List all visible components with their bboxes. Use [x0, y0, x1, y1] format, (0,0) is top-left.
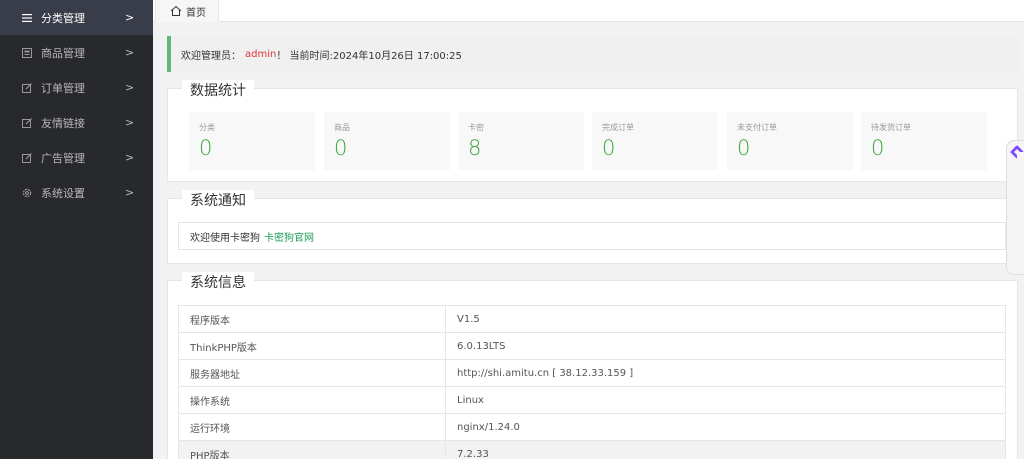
sidebar-item-category[interactable]: 分类管理 >	[0, 0, 153, 35]
stat-value: 0	[334, 136, 348, 160]
home-icon	[170, 5, 182, 16]
stat-value: 0	[199, 136, 213, 160]
stat-label: 完成订单	[602, 123, 634, 132]
stat-pending-orders: 待发货订单 0	[861, 112, 987, 170]
tab-home[interactable]: 首页	[155, 0, 219, 22]
admin-username: admin	[245, 48, 277, 60]
info-key: ThinkPHP版本	[178, 332, 446, 360]
official-site-link[interactable]: 卡密狗官网	[264, 229, 314, 244]
floating-side-widget[interactable]	[1006, 140, 1024, 275]
sidebar-item-label: 商品管理	[41, 46, 85, 60]
stat-value: 0	[737, 136, 751, 160]
sidebar-item-settings[interactable]: 系统设置 >	[0, 175, 153, 210]
gear-icon	[22, 188, 32, 198]
edit-icon	[22, 117, 32, 128]
stat-goods: 商品 0	[324, 112, 450, 170]
stat-label: 待发货订单	[871, 123, 911, 132]
stat-completed-orders: 完成订单 0	[592, 112, 718, 170]
tab-bar: 首页	[153, 0, 1024, 22]
sysinfo-table: 程序版本 V1.5 ThinkPHP版本 6.0.13LTS 服务器地址 htt…	[178, 305, 1006, 459]
info-key: 服务器地址	[178, 359, 446, 387]
stat-cards: 卡密 8	[458, 112, 584, 170]
tab-label: 首页	[186, 7, 206, 19]
sidebar-item-label: 订单管理	[41, 81, 85, 95]
stat-category: 分类 0	[189, 112, 315, 170]
sidebar: 分类管理 > 商品管理 > 订单管理 > 友情链接 > 广告管理 > 系统设置 …	[0, 0, 153, 459]
notice-text: 欢迎使用卡密狗	[190, 232, 260, 244]
chevron-right-icon: >	[125, 116, 135, 129]
table-row: 程序版本 V1.5	[178, 305, 1006, 333]
info-value: nginx/1.24.0	[445, 413, 1006, 441]
stat-value: 0	[602, 136, 616, 160]
sidebar-item-label: 友情链接	[41, 116, 85, 130]
stats-card: 数据统计 分类 0 商品 0 卡密 8 完成订单 0 未支付订单 0 待发货订单…	[167, 80, 1018, 182]
sidebar-item-links[interactable]: 友情链接 >	[0, 105, 153, 140]
stat-unpaid-orders: 未支付订单 0	[727, 112, 853, 170]
table-row: 运行环境 nginx/1.24.0	[178, 413, 1006, 441]
chevron-right-icon: >	[125, 46, 135, 59]
info-value: 7.2.33	[445, 440, 1006, 459]
sidebar-item-label: 广告管理	[41, 151, 85, 165]
info-key: PHP版本	[178, 440, 446, 459]
stat-value: 0	[871, 136, 885, 160]
info-key: 程序版本	[178, 305, 446, 333]
main-content: 首页 欢迎管理员： admin ！ 当前时间:2024年10月26日 17:00…	[153, 0, 1024, 459]
notice-title: 系统通知	[182, 190, 254, 210]
info-value: V1.5	[445, 305, 1006, 333]
welcome-time: ！ 当前时间:2024年10月26日 17:00:25	[276, 50, 462, 62]
chevron-right-icon: >	[125, 151, 135, 164]
chevron-right-icon: >	[125, 186, 135, 199]
info-value: http://shi.amitu.cn [ 38.12.33.159 ]	[445, 359, 1006, 387]
chevron-right-icon: >	[125, 11, 135, 24]
edit-icon	[22, 82, 32, 93]
sidebar-item-label: 分类管理	[41, 11, 85, 25]
welcome-banner: 欢迎管理员： admin ！ 当前时间:2024年10月26日 17:00:25	[167, 36, 1018, 72]
stat-value: 8	[468, 136, 482, 160]
welcome-prefix: 欢迎管理员：	[181, 50, 241, 62]
stat-label: 分类	[199, 123, 215, 132]
info-value: Linux	[445, 386, 1006, 414]
goods-icon	[22, 47, 32, 58]
stat-label: 卡密	[468, 123, 484, 132]
sidebar-item-goods[interactable]: 商品管理 >	[0, 35, 153, 70]
table-row: ThinkPHP版本 6.0.13LTS	[178, 332, 1006, 360]
sysinfo-card: 系统信息 程序版本 V1.5 ThinkPHP版本 6.0.13LTS 服务器地…	[167, 272, 1018, 459]
stat-label: 未支付订单	[737, 123, 777, 132]
sidebar-item-orders[interactable]: 订单管理 >	[0, 70, 153, 105]
info-key: 运行环境	[178, 413, 446, 441]
sysinfo-title: 系统信息	[182, 272, 254, 292]
table-row: PHP版本 7.2.33	[178, 440, 1006, 459]
chevron-right-icon: >	[125, 81, 135, 94]
notice-card: 系统通知 欢迎使用卡密狗 卡密狗官网	[167, 190, 1018, 264]
info-value: 6.0.13LTS	[445, 332, 1006, 360]
sidebar-item-ads[interactable]: 广告管理 >	[0, 140, 153, 175]
table-row: 服务器地址 http://shi.amitu.cn [ 38.12.33.159…	[178, 359, 1006, 387]
notice-box: 欢迎使用卡密狗 卡密狗官网	[178, 222, 1006, 250]
stat-label: 商品	[334, 123, 350, 132]
menu-icon	[22, 13, 32, 23]
edit-icon	[22, 152, 32, 163]
sidebar-item-label: 系统设置	[41, 186, 85, 200]
chevron-left-icon	[1009, 144, 1024, 160]
info-key: 操作系统	[178, 386, 446, 414]
stats-title: 数据统计	[182, 80, 254, 100]
table-row: 操作系统 Linux	[178, 386, 1006, 414]
